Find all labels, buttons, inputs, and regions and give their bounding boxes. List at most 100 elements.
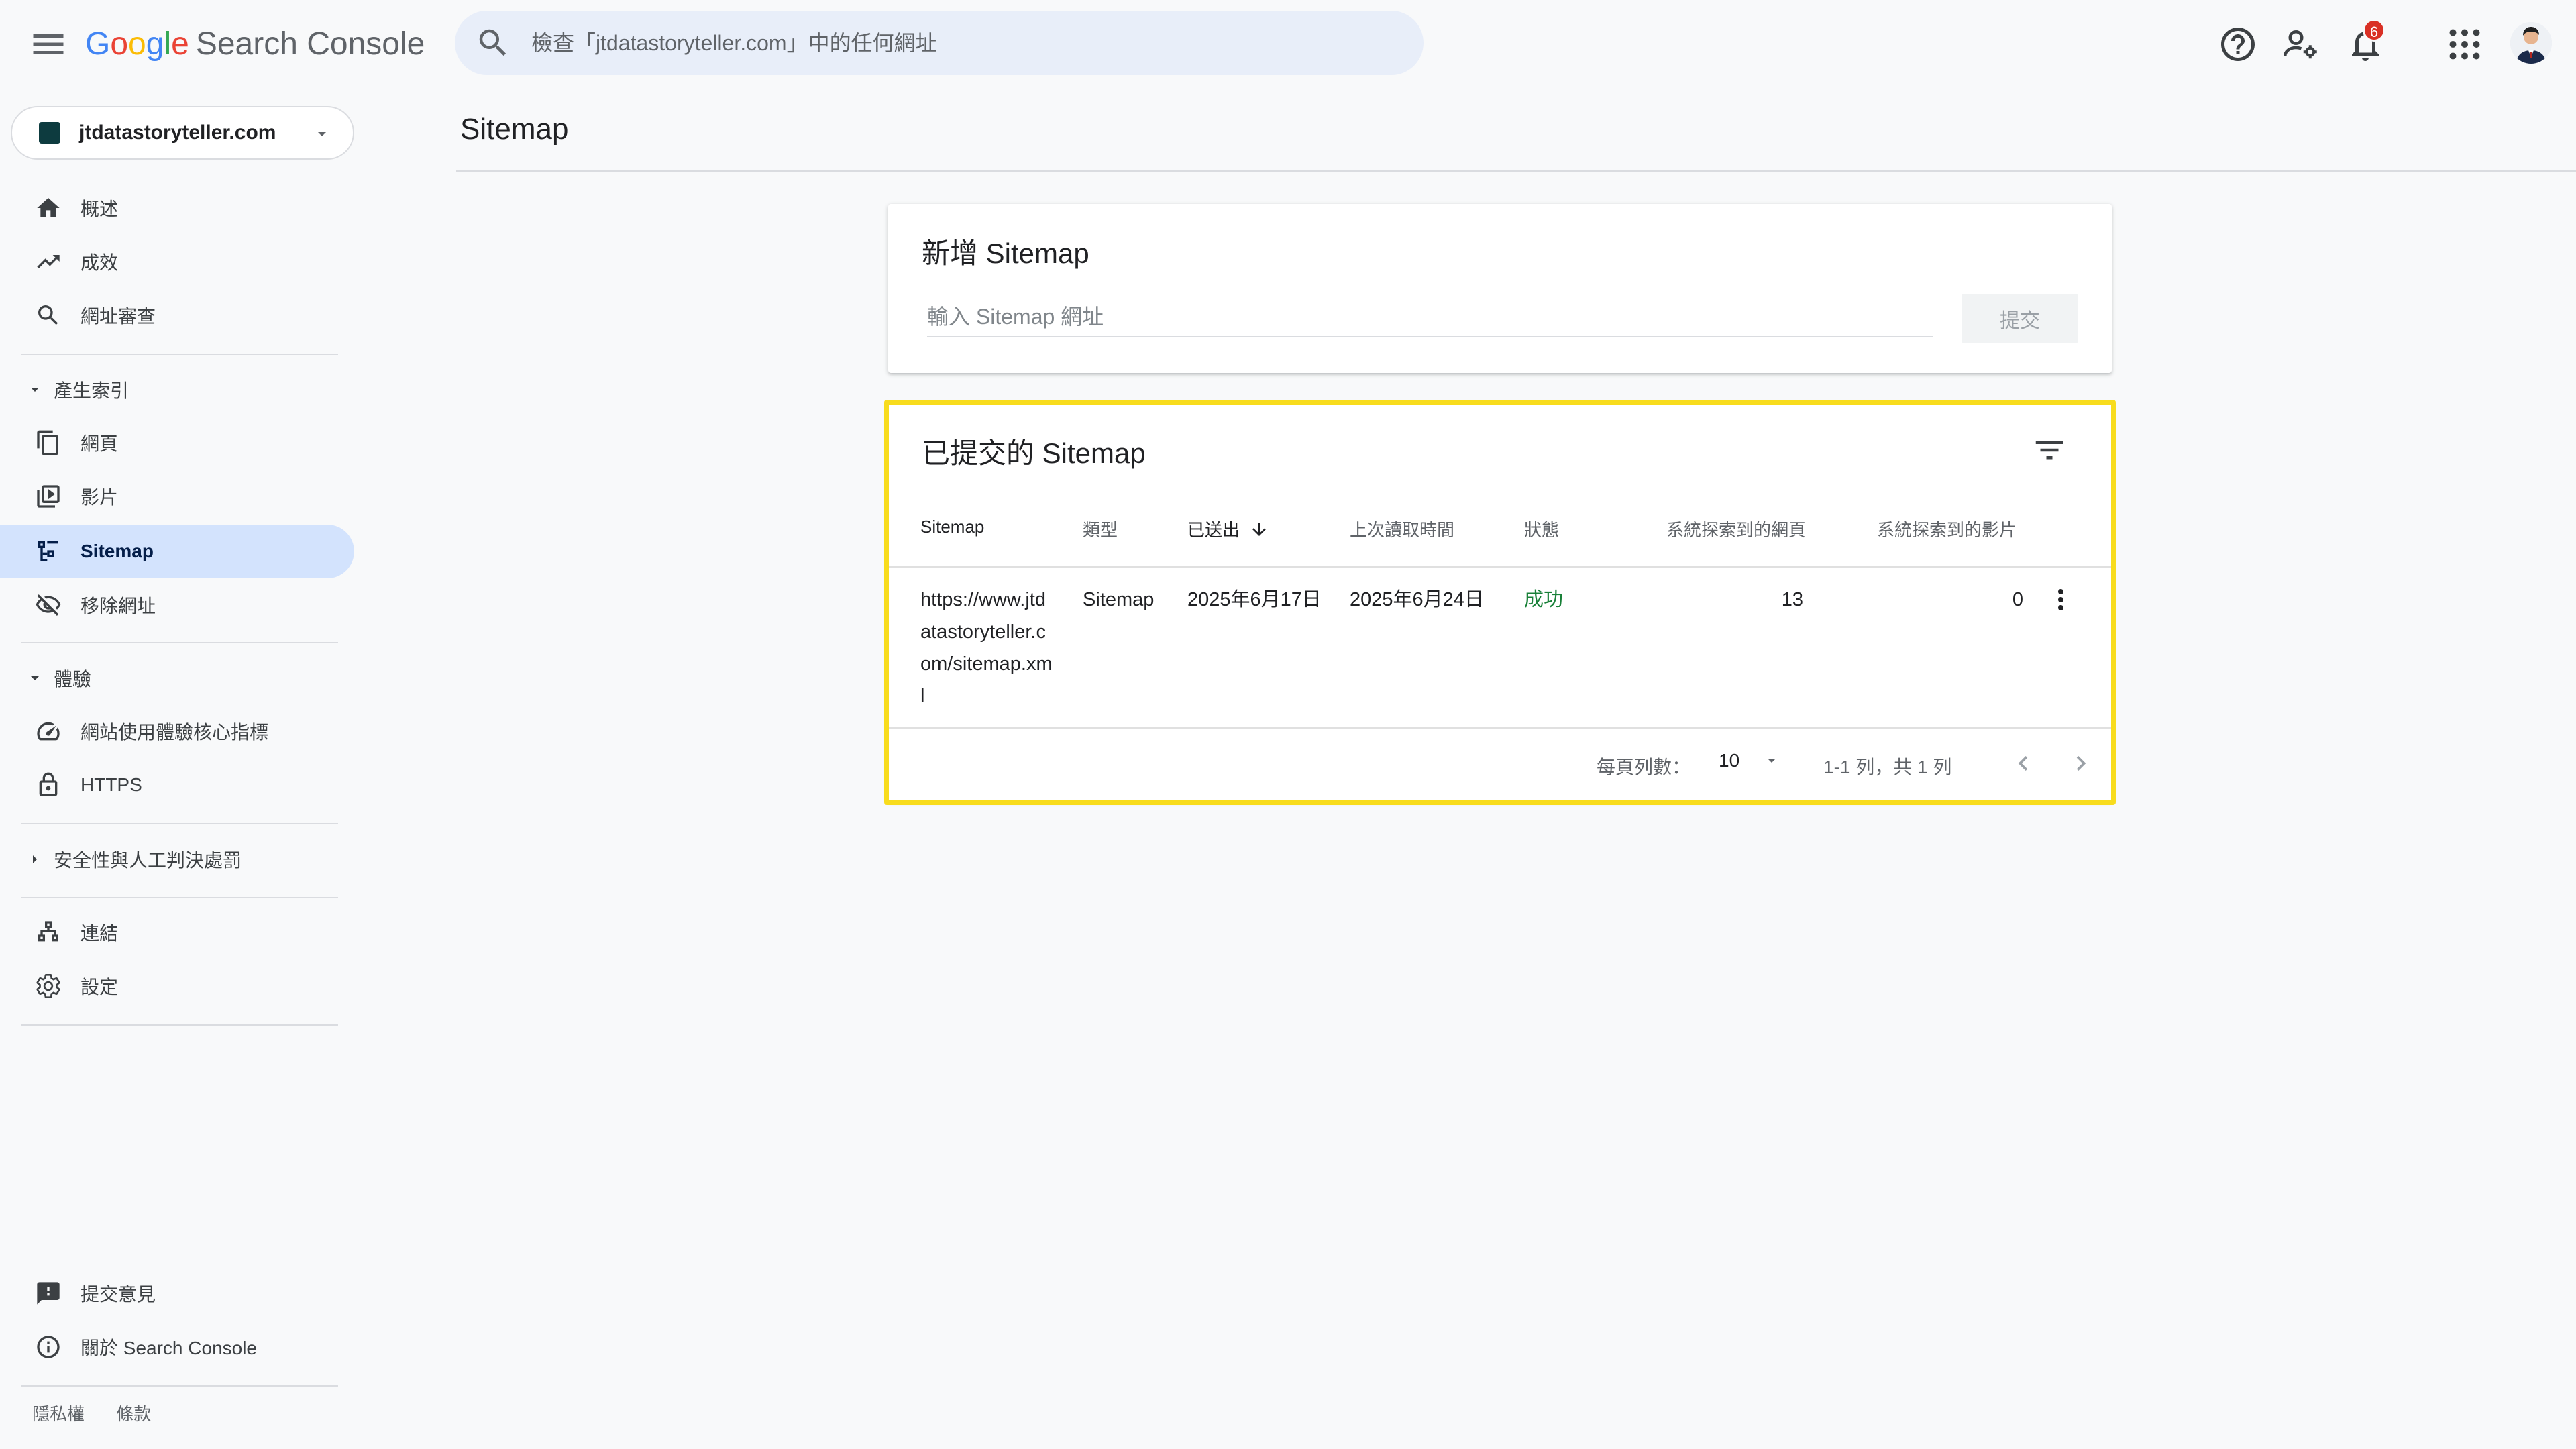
visibility-off-icon — [35, 592, 62, 619]
sidebar-item-removals[interactable]: 移除網址 — [0, 578, 354, 632]
submitted-sitemaps-card: 已提交的 Sitemap Sitemap 類型 已送出 上次讀取時間 狀態 系統… — [888, 404, 2112, 801]
sidebar-divider — [21, 1385, 338, 1387]
info-icon — [35, 1334, 62, 1360]
apps-grid-icon[interactable] — [2445, 24, 2485, 64]
terms-link[interactable]: 條款 — [116, 1404, 151, 1424]
discovered-pages-cell: 13 — [1781, 589, 1803, 610]
status-cell: 成功 — [1524, 589, 1564, 610]
caret-down-icon — [27, 670, 43, 686]
sitemap-url-input[interactable] — [927, 305, 1933, 337]
submit-button[interactable]: 提交 — [1962, 294, 2078, 343]
rows-per-page-select[interactable]: 10 — [1719, 750, 1780, 771]
sidebar-section-experience[interactable]: 體驗 — [0, 655, 354, 702]
rows-per-page-value: 10 — [1719, 750, 1740, 771]
home-icon — [35, 195, 62, 221]
sidebar-divider — [21, 1024, 338, 1026]
header-divider — [888, 566, 2112, 568]
sidebar-divider — [21, 897, 338, 898]
sidebar-item-label: 連結 — [80, 923, 119, 944]
filter-icon[interactable] — [2031, 432, 2068, 468]
google-search-console-logo[interactable]: Google Search Console — [85, 24, 425, 64]
url-inspection-search[interactable] — [455, 11, 1424, 75]
gear-icon — [35, 973, 62, 1000]
sidebar-section-label: 體驗 — [54, 669, 92, 690]
sidebar-section-indexing[interactable]: 產生索引 — [0, 366, 354, 413]
logo-letter: o — [110, 26, 129, 62]
sidebar-item-settings[interactable]: 設定 — [0, 959, 354, 1013]
more-vert-icon[interactable] — [2045, 584, 2077, 616]
search-icon — [475, 25, 511, 61]
video-icon — [35, 483, 62, 510]
menu-icon[interactable] — [28, 24, 68, 64]
sidebar-item-feedback[interactable]: 提交意見 — [0, 1267, 354, 1320]
avatar[interactable] — [2510, 22, 2552, 64]
sidebar-item-overview[interactable]: 概述 — [0, 181, 354, 235]
top-bar: GoogleSearch Console 6 — [0, 0, 2576, 87]
sidebar-item-label: 概述 — [80, 199, 119, 219]
sidebar-item-about[interactable]: 關於 Search Console — [0, 1320, 354, 1374]
sitemap-url-cell[interactable]: https://www.jtdatastoryteller.com/sitema… — [920, 584, 1055, 712]
column-header-discovered-videos[interactable]: 系統探索到的影片 — [1877, 517, 2017, 541]
sidebar-item-sitemaps[interactable]: Sitemap — [0, 525, 354, 578]
sidebar-item-label: 設定 — [80, 977, 119, 998]
sidebar-item-label: HTTPS — [80, 774, 142, 795]
sidebar-section-label: 產生索引 — [54, 380, 129, 401]
sidebar-section-security[interactable]: 安全性與人工判決處罰 — [0, 836, 354, 883]
help-icon[interactable] — [2218, 24, 2258, 64]
property-selector[interactable]: jtdatastoryteller.com — [11, 106, 354, 160]
sidebar-section-label: 安全性與人工判決處罰 — [54, 850, 242, 871]
column-header-type[interactable]: 類型 — [1083, 517, 1118, 541]
chevron-left-icon[interactable] — [2008, 749, 2038, 778]
sidebar-divider — [21, 642, 338, 643]
caret-down-icon — [314, 126, 330, 146]
sidebar-item-links[interactable]: 連結 — [0, 906, 354, 959]
manage-users-icon[interactable] — [2281, 24, 2321, 64]
logo-letter: G — [85, 26, 111, 62]
add-sitemap-card: 新增 Sitemap 提交 — [888, 204, 2112, 373]
sidebar-item-videos[interactable]: 影片 — [0, 470, 354, 523]
lock-icon — [35, 771, 62, 798]
column-header-submitted[interactable]: 已送出 — [1187, 517, 1269, 541]
submitted-sitemaps-heading: 已提交的 Sitemap — [922, 437, 1146, 469]
caret-down-icon — [27, 382, 43, 398]
column-header-sitemap[interactable]: Sitemap — [920, 517, 984, 537]
logo-letter: g — [146, 26, 164, 62]
column-header-status[interactable]: 狀態 — [1524, 517, 1559, 541]
pages-icon — [35, 429, 62, 456]
discovered-videos-cell: 0 — [2012, 589, 2023, 610]
chevron-right-icon[interactable] — [2066, 749, 2096, 778]
rows-per-page-label: 每頁列數： — [1597, 757, 1691, 777]
column-header-label: 已送出 — [1187, 520, 1240, 540]
caret-down-icon — [1764, 753, 1780, 769]
last-read-cell: 2025年6月24日 — [1350, 589, 1484, 610]
arrow-down-icon — [1249, 519, 1269, 539]
sidebar-item-label: 網站使用體驗核心指標 — [80, 722, 269, 743]
sidebar-item-https[interactable]: HTTPS — [0, 758, 354, 812]
sidebar-item-label: Sitemap — [80, 541, 154, 561]
links-icon — [35, 919, 62, 946]
column-header-discovered-pages[interactable]: 系統探索到的網頁 — [1666, 517, 1806, 541]
sidebar-item-label: 網址審查 — [80, 306, 156, 327]
column-header-last-read[interactable]: 上次讀取時間 — [1350, 517, 1454, 541]
sidebar-item-label: 提交意見 — [80, 1284, 156, 1305]
trending-up-icon — [35, 248, 62, 275]
page-title: Sitemap — [460, 113, 569, 146]
search-icon — [35, 302, 62, 329]
sidebar-item-url-inspection[interactable]: 網址審查 — [0, 288, 354, 342]
sidebar-item-performance[interactable]: 成效 — [0, 235, 354, 288]
pagination-range: 1-1 列，共 1 列 — [1823, 757, 1952, 777]
sidebar-divider — [21, 354, 338, 355]
sidebar-item-pages[interactable]: 網頁 — [0, 416, 354, 470]
sidebar-item-core-web-vitals[interactable]: 網站使用體驗核心指標 — [0, 704, 354, 758]
sidebar-item-label: 移除網址 — [80, 596, 156, 616]
search-input[interactable] — [531, 30, 1403, 56]
add-sitemap-heading: 新增 Sitemap — [922, 237, 1089, 269]
sidebar-divider — [21, 823, 338, 824]
row-divider — [888, 727, 2112, 729]
product-name: Search Console — [195, 26, 425, 62]
sidebar-item-label: 關於 Search Console — [80, 1338, 258, 1358]
privacy-link[interactable]: 隱私權 — [32, 1404, 85, 1424]
sidebar-item-label: 網頁 — [80, 433, 119, 454]
property-favicon — [39, 122, 60, 144]
feedback-icon — [35, 1280, 62, 1307]
